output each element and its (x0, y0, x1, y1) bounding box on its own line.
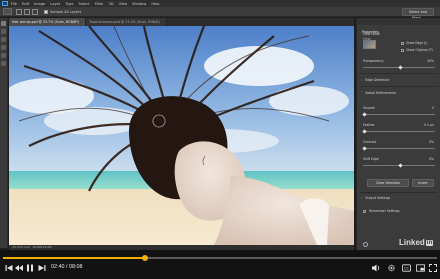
properties-panel: Properties View Mode View: Show Edge (J)… (356, 18, 440, 250)
transparency-label: Transparency (363, 59, 384, 63)
next-icon[interactable] (38, 263, 46, 273)
transparency-value[interactable]: 50% (427, 59, 434, 63)
previous-icon[interactable] (5, 263, 13, 273)
smooth-slider[interactable] (362, 112, 435, 117)
shift-edge-slider-knob[interactable] (398, 163, 403, 168)
show-original-checkbox[interactable] (401, 49, 404, 52)
contrast-label: Contrast (363, 140, 377, 144)
smooth-slider-knob[interactable] (362, 112, 367, 117)
menu-filter[interactable]: Filter (95, 2, 104, 6)
show-edge-checkbox[interactable] (401, 42, 404, 45)
linkedin-logo-icon: in (425, 240, 434, 246)
properties-tab-bar: Properties (357, 18, 440, 36)
sample-all-layers-label: Sample All Layers (50, 9, 82, 14)
smooth-value[interactable]: 0 (432, 106, 434, 110)
global-refinements-section[interactable]: ˅ Global Refinements (361, 91, 396, 95)
reset-icon[interactable] (363, 242, 368, 247)
linkedin-watermark: Linked in (399, 238, 434, 247)
rewind-icon[interactable] (15, 263, 23, 273)
menu-select[interactable]: Select (79, 2, 90, 6)
shift-edge-value[interactable]: 0% (429, 157, 434, 161)
tab-hair-pre-op[interactable]: Hair pre-op.psd @ 33.7% (Scan, RGB/8*) (9, 18, 87, 26)
progress-handle[interactable] (142, 255, 149, 261)
video-player-bar: 02:40 / 08:08 CC (0, 250, 440, 279)
menu-bar: File Edit Image Layer Type Select Filter… (0, 0, 440, 7)
divider (360, 73, 438, 74)
menu-type[interactable]: Type (65, 2, 73, 6)
document-tabs: Hair pre-op.psd @ 33.7% (Scan, RGB/8*) T… (9, 18, 354, 26)
quick-selection-tool-icon[interactable] (3, 8, 12, 15)
feather-label: Feather (363, 123, 375, 127)
photoshop-logo-icon (2, 1, 8, 6)
divider (360, 192, 438, 193)
fullscreen-icon[interactable] (429, 264, 437, 272)
progress-bar[interactable] (3, 255, 437, 261)
transparency-slider-knob[interactable] (398, 65, 403, 70)
edge-detection-section[interactable]: › Edge Detection (361, 78, 390, 82)
remember-settings-label: Remember Settings (369, 209, 400, 213)
menu-layer[interactable]: Layer (50, 2, 60, 6)
shift-edge-slider[interactable] (363, 163, 435, 168)
refine-edge-brush-icon[interactable] (1, 37, 6, 42)
menu-view[interactable]: View (119, 2, 128, 6)
contrast-slider[interactable] (362, 146, 435, 151)
contrast-value[interactable]: 0% (429, 140, 434, 144)
show-edge-label: Show Edge (J) (406, 41, 428, 45)
subtract-selection-icon[interactable] (32, 8, 38, 15)
canvas-area[interactable] (9, 26, 354, 245)
output-settings-label: Output Settings (365, 196, 391, 200)
zoom-icon[interactable] (1, 61, 6, 66)
clear-selection-button[interactable]: Clear Selection (367, 179, 409, 187)
add-selection-icon[interactable] (24, 8, 30, 15)
watermark-text: Linked (399, 238, 425, 247)
feather-slider-knob[interactable] (362, 129, 367, 134)
edge-detection-label: Edge Detection (365, 78, 390, 82)
contrast-slider-knob[interactable] (362, 146, 367, 151)
menu-image[interactable]: Image (34, 2, 45, 6)
feather-slider[interactable] (362, 129, 435, 134)
progress-fill (3, 257, 146, 259)
time-display: 02:40 / 08:08 (51, 264, 83, 270)
remember-settings-checkbox[interactable] (363, 210, 366, 213)
picture-in-picture-icon[interactable] (416, 264, 425, 272)
options-bar: Sample All Layers Select and Mask... (0, 7, 440, 20)
pause-icon[interactable] (26, 263, 34, 273)
view-mode-label: View Mode (363, 32, 380, 36)
tools-panel (0, 18, 8, 248)
global-refinements-label: Global Refinements (365, 91, 397, 95)
transparency-slider[interactable] (363, 65, 435, 70)
captions-icon[interactable]: CC (402, 264, 411, 272)
brush-icon[interactable] (1, 29, 6, 34)
shift-edge-label: Shift Edge (363, 157, 379, 161)
smooth-label: Smooth (363, 106, 375, 110)
menu-edit[interactable]: Edit (22, 2, 29, 6)
divider (360, 86, 438, 87)
select-and-mask-button[interactable]: Select and Mask... (402, 8, 434, 20)
document-canvas[interactable] (9, 26, 354, 245)
new-selection-icon[interactable] (16, 8, 22, 15)
menu-window[interactable]: Window (132, 2, 146, 6)
menu-3d[interactable]: 3D (109, 2, 114, 6)
tab-tropical-beaux[interactable]: Tropical beaux.psd @ 33.3% (Scan, RGB/8) (86, 18, 167, 26)
output-settings-section[interactable]: › Output Settings (361, 196, 390, 200)
quick-selection-icon[interactable] (1, 21, 6, 26)
hand-icon[interactable] (1, 53, 6, 58)
lasso-icon[interactable] (1, 45, 6, 50)
feather-value[interactable]: 0.0 px (424, 123, 434, 127)
sample-all-layers-checkbox[interactable] (44, 9, 48, 14)
volume-icon[interactable] (372, 264, 381, 272)
invert-button[interactable]: Invert (412, 179, 434, 187)
view-mode-thumbnail[interactable] (363, 40, 376, 49)
menu-help[interactable]: Help (151, 2, 159, 6)
show-original-label: Show Original (P) (406, 48, 433, 52)
menu-file[interactable]: File (11, 2, 17, 6)
svg-text:CC: CC (404, 267, 410, 271)
settings-icon[interactable] (387, 264, 396, 272)
